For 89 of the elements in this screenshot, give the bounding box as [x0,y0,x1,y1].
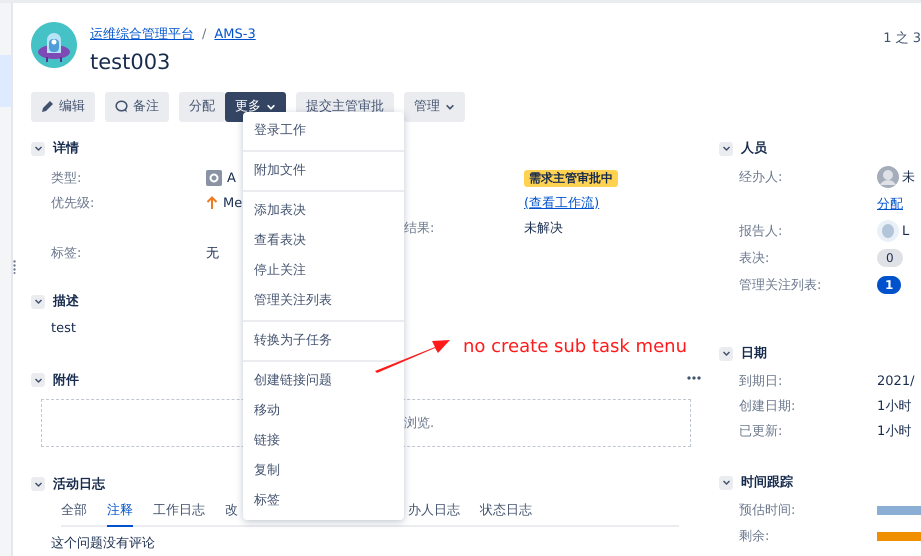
field-label: 类型: [51,170,82,188]
dropdown-button[interactable]: 管理 [404,92,465,122]
field-value: Me [223,194,242,212]
collapse-toggle[interactable] [719,346,733,361]
field-label: 创建日期: [739,398,796,416]
more-options-icon[interactable] [687,376,701,380]
assign-link[interactable]: 分配 [877,194,903,214]
activity-tab[interactable]: 办人日志 [408,501,460,527]
field-label: 剩余: [739,528,770,546]
chevron-icon [34,376,42,385]
description-text: test [51,320,77,338]
user-name: 未 [902,168,915,186]
activity-tab[interactable]: 工作日志 [153,501,205,527]
user-avatar-icon [877,166,899,188]
collapse-toggle[interactable] [31,142,45,156]
collapse-toggle[interactable] [719,142,733,156]
field-value: 未解决 [524,220,563,238]
watcher-count[interactable]: 1 [877,276,902,294]
collapse-toggle[interactable] [31,373,45,388]
menu-item[interactable]: 复制 [243,456,404,486]
menu-item[interactable]: 标签 [243,486,404,516]
activity-tab[interactable]: 注释 [107,501,133,527]
collapse-toggle[interactable] [31,294,45,309]
drag-handle-icon[interactable] [13,260,16,274]
issue-title: test003 [90,48,172,75]
chevron-icon [34,297,42,306]
breadcrumb-link[interactable]: 运维综合管理平台 [90,27,194,42]
section-title: 时间跟踪 [741,474,793,492]
menu-item[interactable]: 移动 [243,396,404,426]
annotation-text: no create sub task menu [463,335,687,359]
menu-item[interactable]: 链接 [243,426,404,456]
menu-item[interactable]: 转换为子任务 [243,326,404,356]
menu-item[interactable]: 添加表决 [243,196,404,226]
menu-item[interactable]: 附加文件 [243,156,404,186]
menu-item[interactable]: 创建链接问题 [243,366,404,396]
field-label: 已更新: [739,422,782,440]
chevron-icon [722,144,730,154]
toolbar-button[interactable]: 编辑 [31,92,95,122]
chevron-icon [34,480,42,489]
section-title: 人员 [741,140,767,158]
chevron-icon [722,349,730,358]
status-lozenge: 需求主管审批中 [524,170,618,187]
section-title: 活动日志 [53,476,105,494]
section-title: 附件 [53,372,79,390]
field-value: 1小时 [877,398,912,416]
field-label: 结果: [404,220,434,238]
field-value: 无 [206,244,219,262]
drop-zone-text: 浏览. [404,414,434,432]
pager-text: 1 之 3 [883,30,921,48]
issue-type-icon [206,170,222,186]
project-avatar-icon [31,22,77,68]
section-title: 描述 [53,293,79,311]
user-name: L [902,222,910,240]
menu-item[interactable]: 停止关注 [243,256,404,286]
field-label: 报告人: [739,222,782,240]
empty-comments-text: 这个问题没有评论 [51,534,156,553]
field-label: 经办人: [739,168,782,186]
activity-tab[interactable]: 改 [225,501,238,527]
menu-item[interactable]: 查看表决 [243,226,404,256]
field-label: 表决: [739,250,770,268]
field-label: 预估时间: [739,502,796,520]
breadcrumb-separator: / [202,27,206,42]
field-label: 优先级: [51,194,94,212]
menu-item[interactable]: 管理关注列表 [243,286,404,316]
breadcrumb-link[interactable]: AMS-3 [214,27,256,42]
caret-icon [445,102,455,112]
collapse-toggle[interactable] [719,476,733,490]
chevron-icon [722,478,730,488]
field-label: 到期日: [739,372,782,390]
field-label: 管理关注列表: [739,276,822,294]
user-avatar-icon [877,220,899,242]
toolbar-button[interactable]: 备注 [105,92,169,122]
toolbar-button[interactable]: 分配 [179,92,225,122]
chevron-icon [34,144,42,154]
field-value: A [227,170,236,188]
vote-count[interactable]: 0 [877,249,903,268]
collapse-toggle[interactable] [31,477,45,492]
field-value: 2021/ [877,372,914,390]
caret-icon [266,102,276,112]
section-title: 日期 [741,345,767,363]
field-value: 1小时 [877,422,912,440]
pencil-icon [41,100,54,114]
speech-bubble-icon [115,100,128,114]
workflow-link[interactable]: (查看工作流) [524,194,600,213]
activity-tab[interactable]: 全部 [61,501,87,527]
field-label: 标签: [51,244,82,262]
section-title: 详情 [53,140,79,158]
arrow-up-icon [206,196,218,210]
activity-tab[interactable]: 状态日志 [480,501,532,527]
